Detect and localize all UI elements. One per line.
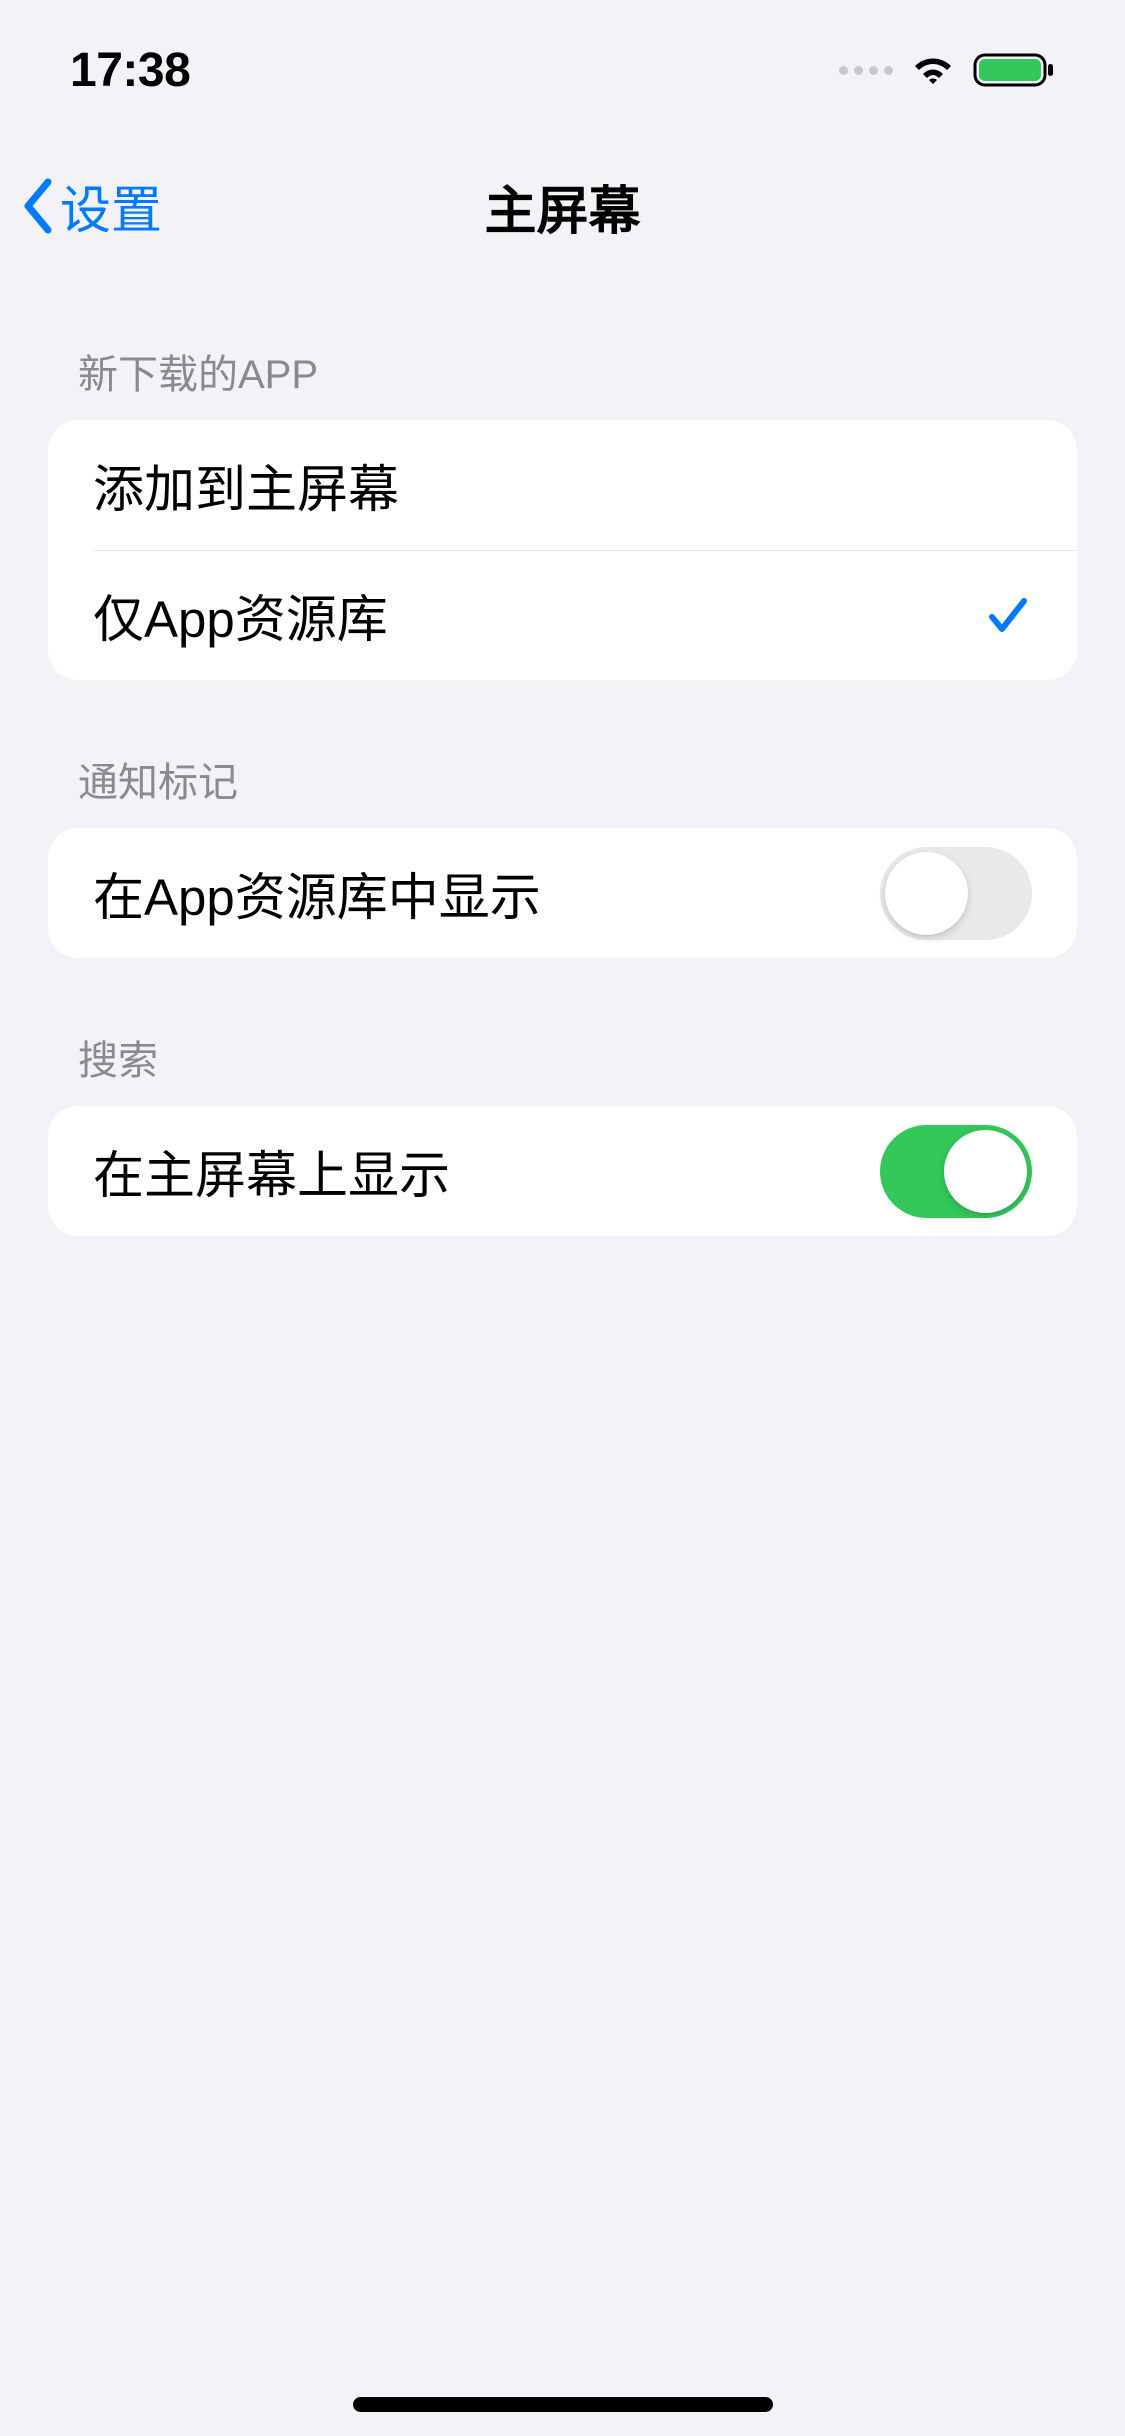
toggle-show-in-app-library[interactable] bbox=[880, 847, 1032, 940]
option-add-to-home[interactable]: 添加到主屏幕 bbox=[48, 420, 1077, 550]
section-header-search: 搜索 bbox=[48, 958, 1077, 1106]
battery-icon bbox=[973, 51, 1055, 89]
section-group-notification-badges: 在App资源库中显示 bbox=[48, 828, 1077, 958]
section-group-search: 在主屏幕上显示 bbox=[48, 1106, 1077, 1236]
navigation-bar: 设置 主屏幕 bbox=[0, 140, 1125, 272]
section-group-new-downloads: 添加到主屏幕 仅App资源库 bbox=[48, 420, 1077, 680]
back-button-label: 设置 bbox=[60, 169, 162, 243]
row-show-in-app-library: 在App资源库中显示 bbox=[48, 828, 1077, 958]
settings-content: 新下载的APP 添加到主屏幕 仅App资源库 通知标记 在App资源库中显示 搜… bbox=[0, 272, 1125, 1236]
wifi-icon bbox=[909, 52, 957, 88]
cellular-signal-icon bbox=[839, 66, 893, 75]
row-show-in-app-library-label: 在App资源库中显示 bbox=[93, 856, 541, 930]
row-show-on-home-label: 在主屏幕上显示 bbox=[93, 1134, 450, 1208]
chevron-left-icon bbox=[20, 176, 56, 236]
checkmark-icon bbox=[984, 591, 1032, 639]
home-indicator[interactable] bbox=[353, 2397, 773, 2412]
back-button[interactable]: 设置 bbox=[20, 169, 162, 243]
status-time: 17:38 bbox=[70, 43, 190, 98]
section-header-new-downloads: 新下载的APP bbox=[48, 272, 1077, 420]
toggle-knob bbox=[885, 852, 968, 935]
section-header-notification-badges: 通知标记 bbox=[48, 680, 1077, 828]
toggle-show-on-home[interactable] bbox=[880, 1125, 1032, 1218]
status-bar-right bbox=[839, 51, 1055, 89]
option-add-to-home-label: 添加到主屏幕 bbox=[93, 448, 399, 522]
option-app-library-only-label: 仅App资源库 bbox=[93, 578, 388, 652]
page-title: 主屏幕 bbox=[484, 169, 640, 244]
status-bar: 17:38 bbox=[0, 0, 1125, 140]
option-app-library-only[interactable]: 仅App资源库 bbox=[48, 550, 1077, 680]
toggle-knob bbox=[944, 1130, 1027, 1213]
row-show-on-home: 在主屏幕上显示 bbox=[48, 1106, 1077, 1236]
